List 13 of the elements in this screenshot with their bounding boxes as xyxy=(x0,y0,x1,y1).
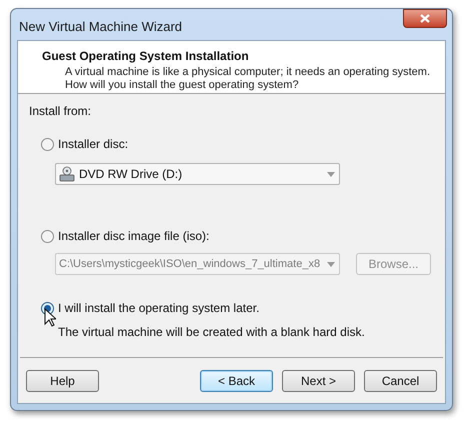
radio-label[interactable]: Installer disc: xyxy=(58,135,128,153)
dialog-button[interactable]: < Back xyxy=(200,370,273,392)
header-title: Guest Operating System Installation xyxy=(42,48,250,65)
dialog-button[interactable]: Next > xyxy=(282,370,355,392)
install-from-label: Install from: xyxy=(29,103,92,120)
option-note: The virtual machine will be created with a blank hard disk. xyxy=(58,324,366,341)
radio-label[interactable]: I will install the operating system later. xyxy=(58,299,260,317)
radio-label[interactable]: Installer disc image file (iso): xyxy=(58,227,210,245)
dialog-button[interactable]: Help xyxy=(26,370,99,392)
header-description: A virtual machine is like a physical computer; it needs an operating system. How will you install the guest operating system? xyxy=(64,66,432,92)
window-title: New Virtual Machine Wizard xyxy=(19,18,182,36)
dropdown[interactable]: DVD RW Drive (D:) xyxy=(55,163,340,185)
dialog-button[interactable]: Cancel xyxy=(364,370,437,392)
